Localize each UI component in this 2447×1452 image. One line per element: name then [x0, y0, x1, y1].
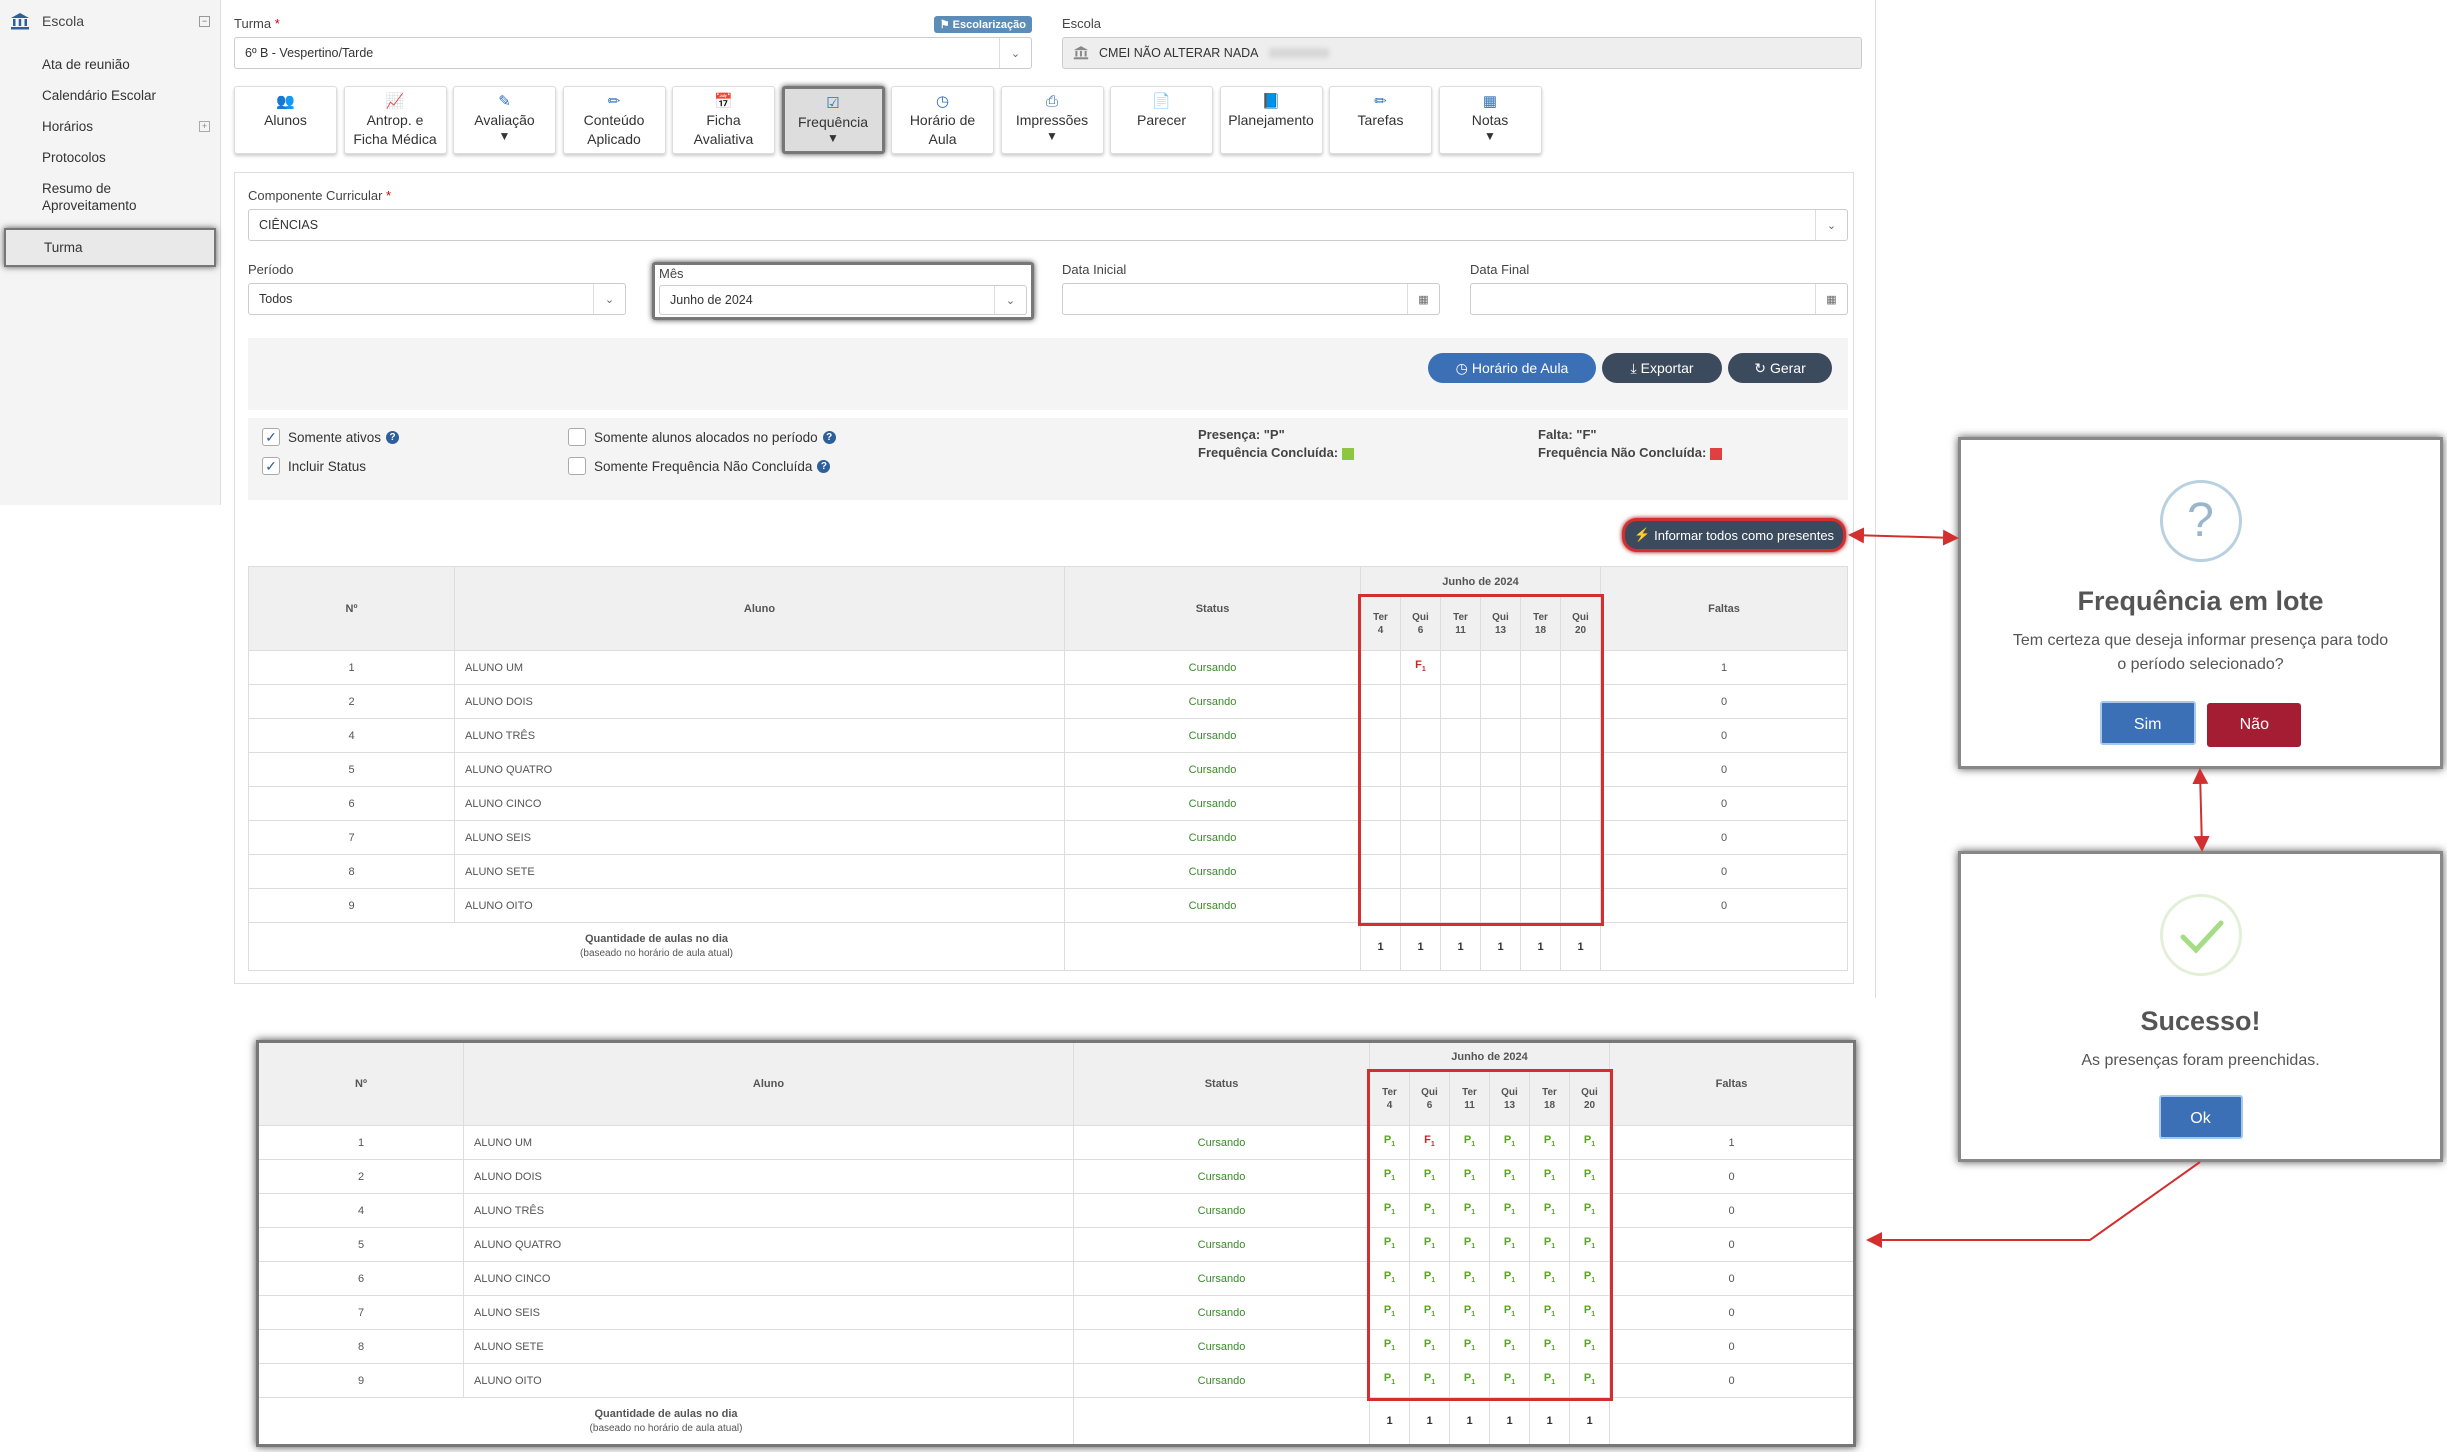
- flow-arrows: [1848, 527, 2210, 1248]
- arrow-to-confirm: [1848, 527, 1959, 546]
- arrow-to-success: [2192, 768, 2210, 852]
- arrow-to-result: [1866, 1161, 2201, 1248]
